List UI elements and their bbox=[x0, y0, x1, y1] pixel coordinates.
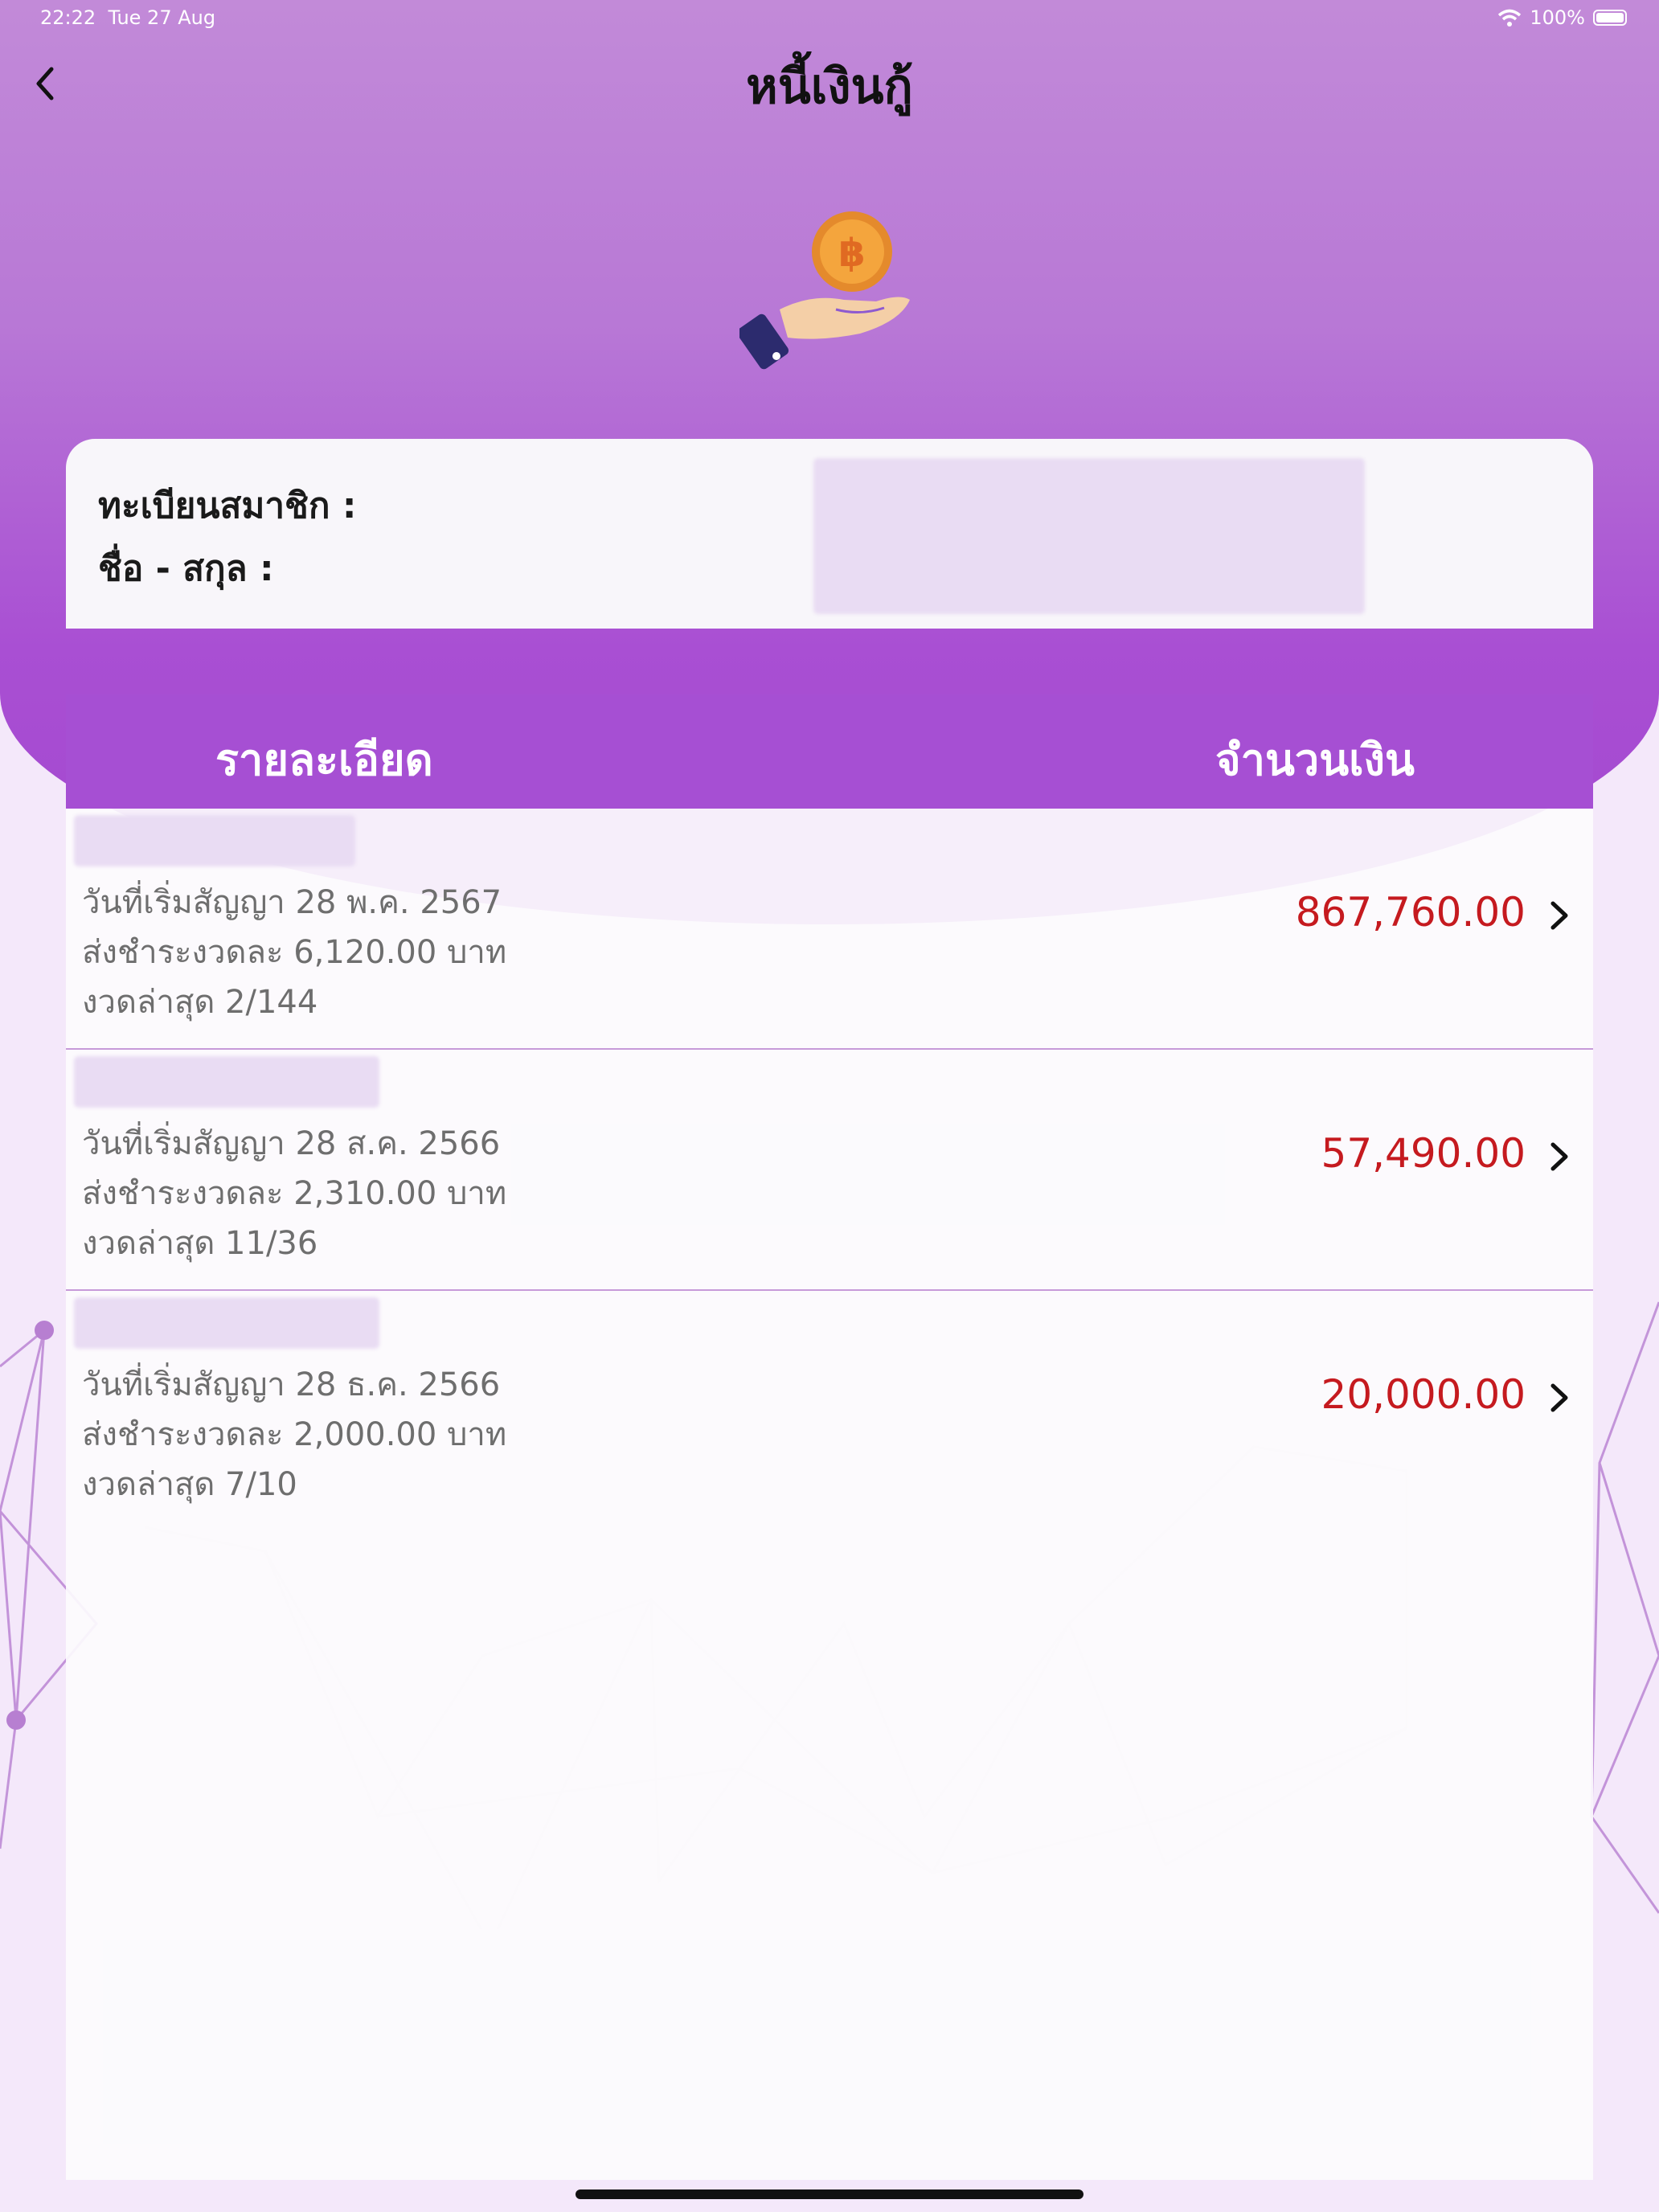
status-date: Tue 27 Aug bbox=[108, 6, 216, 29]
battery-icon bbox=[1593, 10, 1627, 26]
home-indicator[interactable] bbox=[576, 2189, 1083, 2199]
status-time: 22:22 Tue 27 Aug bbox=[40, 6, 215, 29]
column-header-amount: จำนวนเงิน bbox=[1215, 735, 1415, 785]
loan-start-date: วันที่เริ่มสัญญา 28 พ.ค. 2567 bbox=[82, 884, 502, 921]
loan-amount: 20,000.00 bbox=[1321, 1371, 1526, 1418]
loan-latest-period: งวดล่าสุด 11/36 bbox=[82, 1225, 318, 1262]
loan-installment: ส่งชำระงวดละ 6,120.00 บาท bbox=[82, 934, 507, 971]
status-indicators: 100% bbox=[1497, 6, 1627, 29]
hand-coin-icon: ฿ bbox=[739, 211, 910, 370]
loan-name-redacted bbox=[74, 1297, 379, 1349]
loan-row[interactable]: วันที่เริ่มสัญญา 28 ส.ค. 2566 ส่งชำระงวด… bbox=[66, 1050, 1593, 1291]
loan-start-date: วันที่เริ่มสัญญา 28 ธ.ค. 2566 bbox=[82, 1366, 501, 1403]
loan-amount: 57,490.00 bbox=[1321, 1130, 1526, 1177]
wifi-icon bbox=[1498, 9, 1522, 27]
loan-latest-period: งวดล่าสุด 7/10 bbox=[82, 1466, 297, 1503]
chevron-right-icon bbox=[1550, 1142, 1568, 1171]
chevron-right-icon bbox=[1550, 901, 1568, 930]
loan-name-redacted bbox=[74, 815, 355, 866]
loan-amount: 867,760.00 bbox=[1295, 889, 1526, 936]
chevron-right-icon bbox=[1550, 1383, 1568, 1412]
loan-start-date: วันที่เริ่มสัญญา 28 ส.ค. 2566 bbox=[82, 1125, 501, 1162]
loan-installment: ส่งชำระงวดละ 2,000.00 บาท bbox=[82, 1416, 507, 1453]
column-header-detail: รายละเอียด bbox=[215, 735, 433, 785]
status-clock: 22:22 bbox=[40, 6, 96, 29]
member-info-card: ทะเบียนสมาชิก : ชื่อ - สกุล : bbox=[66, 439, 1593, 629]
table-header: รายละเอียด จำนวนเงิน bbox=[66, 694, 1593, 809]
page-title: หนี้เงินกู้ bbox=[746, 59, 913, 115]
loan-row[interactable]: วันที่เริ่มสัญญา 28 พ.ค. 2567 ส่งชำระงวด… bbox=[66, 809, 1593, 1050]
battery-percentage: 100% bbox=[1530, 6, 1585, 29]
loan-row[interactable]: วันที่เริ่มสัญญา 28 ธ.ค. 2566 ส่งชำระงวด… bbox=[66, 1291, 1593, 1532]
member-info-redacted bbox=[813, 458, 1365, 614]
loan-latest-period: งวดล่าสุด 2/144 bbox=[82, 984, 318, 1021]
svg-text:฿: ฿ bbox=[838, 231, 865, 276]
status-bar: 22:22 Tue 27 Aug 100% bbox=[0, 0, 1659, 39]
loan-installment: ส่งชำระงวดละ 2,310.00 บาท bbox=[82, 1175, 507, 1212]
loan-list: วันที่เริ่มสัญญา 28 พ.ค. 2567 ส่งชำระงวด… bbox=[66, 809, 1593, 2180]
member-id-label: ทะเบียนสมาชิก : bbox=[98, 485, 357, 526]
member-name-label: ชื่อ - สกุล : bbox=[98, 548, 274, 589]
loan-name-redacted bbox=[74, 1056, 379, 1108]
